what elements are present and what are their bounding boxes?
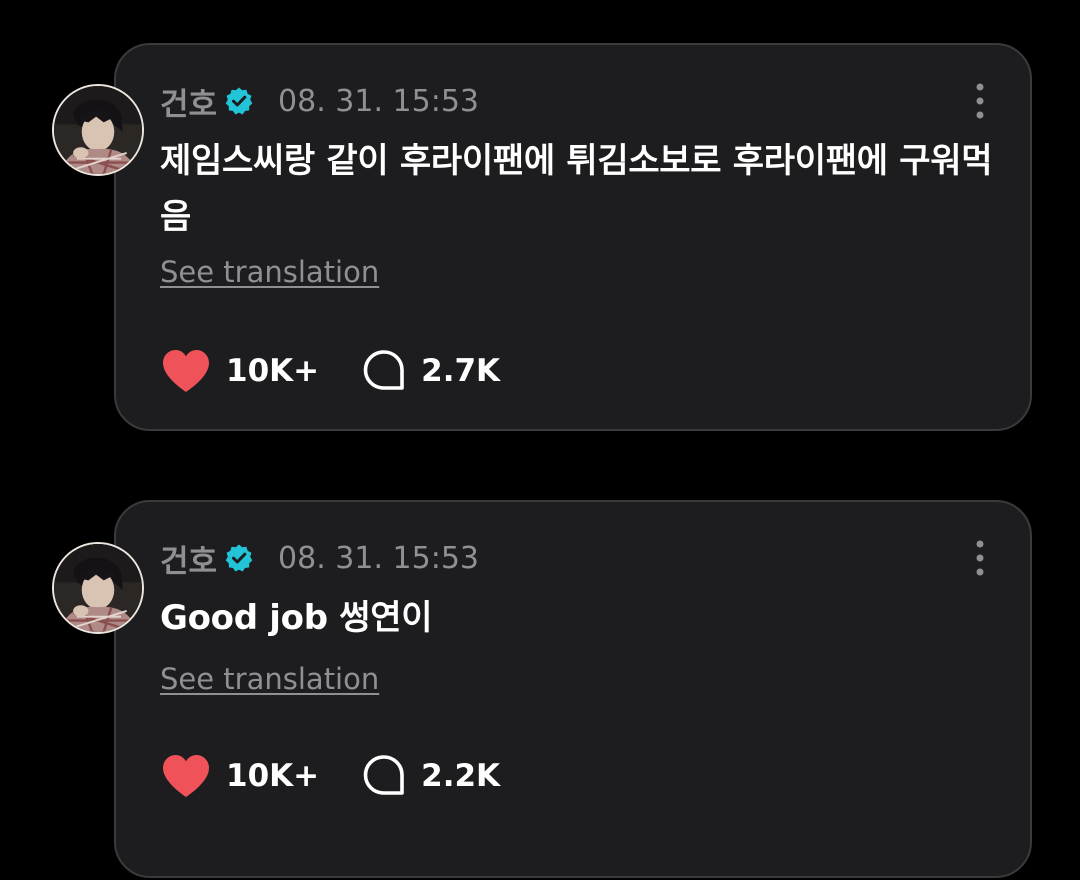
verified-badge-icon	[224, 543, 254, 573]
heart-icon	[160, 348, 212, 394]
post-text: 제임스씨랑 같이 후라이팬에 튀김소보로 후라이팬에 구워먹음	[160, 141, 993, 237]
post-card[interactable]: 건호 08. 31. 15:53 Good job 썽연이 See transl…	[114, 500, 1032, 878]
more-vertical-icon[interactable]	[972, 539, 988, 577]
like-button[interactable]: 10K+	[160, 753, 319, 799]
see-translation-link[interactable]: See translation	[160, 255, 379, 289]
post-header: 건호 08. 31. 15:53	[160, 79, 479, 123]
author-name[interactable]: 건호	[160, 536, 217, 581]
post-1: 건호 08. 31. 15:53 제임스씨랑 같이 후라이팬에 튀김소보로 후라…	[0, 0, 1080, 440]
comment-count: 2.2K	[421, 758, 501, 794]
verified-badge-icon	[224, 86, 254, 116]
author-avatar[interactable]	[52, 542, 144, 634]
post-header: 건호 08. 31. 15:53	[160, 536, 479, 580]
comment-button[interactable]: 2.2K	[361, 753, 500, 799]
post-actions: 10K+ 2.2K	[160, 752, 500, 800]
post-card[interactable]: 건호 08. 31. 15:53 제임스씨랑 같이 후라이팬에 튀김소보로 후라…	[114, 43, 1032, 431]
comment-bubble-icon	[361, 348, 407, 394]
comment-button[interactable]: 2.7K	[361, 348, 500, 394]
like-count: 10K+	[226, 353, 320, 389]
like-button[interactable]: 10K+	[160, 348, 319, 394]
post-2: 건호 08. 31. 15:53 Good job 썽연이 See transl…	[0, 458, 1080, 878]
author-name[interactable]: 건호	[160, 79, 217, 124]
post-text: Good job 썽연이	[160, 598, 433, 638]
author-avatar[interactable]	[52, 84, 144, 176]
post-timestamp: 08. 31. 15:53	[278, 83, 479, 119]
see-translation-link[interactable]: See translation	[160, 662, 379, 696]
post-actions: 10K+ 2.7K	[160, 347, 500, 395]
more-vertical-icon[interactable]	[972, 82, 988, 120]
like-count: 10K+	[226, 758, 320, 794]
comment-bubble-icon	[361, 753, 407, 799]
comment-count: 2.7K	[421, 353, 501, 389]
heart-icon	[160, 753, 212, 799]
post-timestamp: 08. 31. 15:53	[278, 540, 479, 576]
